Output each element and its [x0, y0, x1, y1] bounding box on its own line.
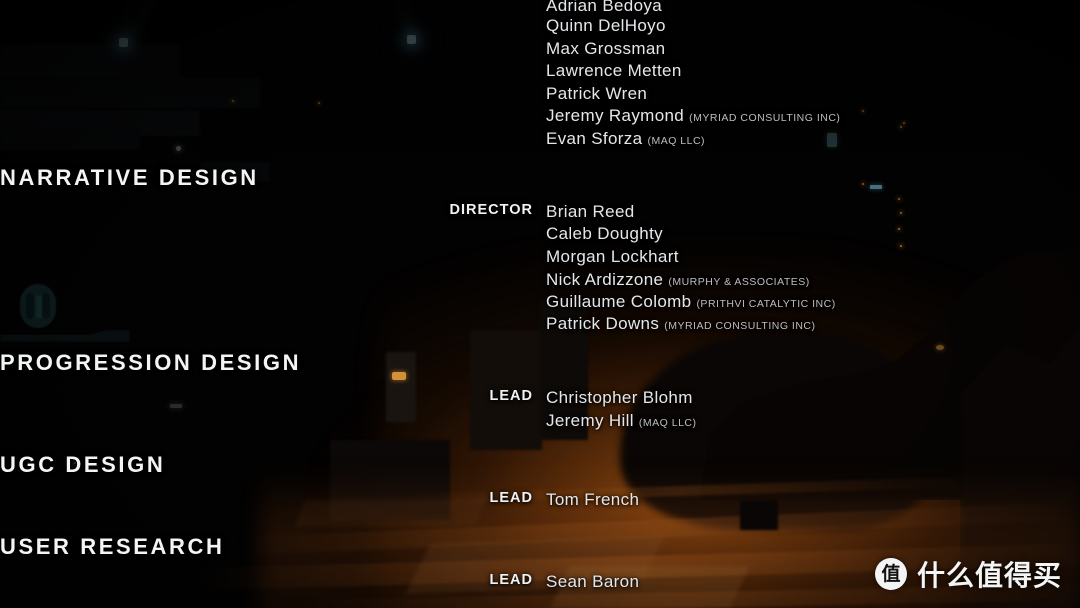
credit-row: Jeremy Hill (MAQ LLC) — [0, 411, 1080, 431]
credit-role-label — [0, 247, 533, 267]
credit-row: Jeremy Raymond (MYRIAD CONSULTING INC) — [0, 106, 1080, 126]
credit-company-label: (MAQ LLC) — [647, 135, 706, 147]
credit-role-label — [0, 270, 533, 290]
credit-person-name: Tom French — [546, 490, 640, 509]
credit-role-label: LEAD — [489, 388, 533, 404]
credit-name-group: Sean Baron — [546, 572, 639, 592]
credit-person-name: Morgan Lockhart — [546, 247, 679, 266]
credit-person-name: Adrian Bedoya — [546, 0, 663, 15]
credit-person-name: Caleb Doughty — [546, 224, 664, 243]
section-heading: PROGRESSION DESIGN — [0, 350, 302, 375]
credit-role-label — [0, 106, 533, 126]
credit-row: Max Grossman — [0, 39, 1080, 59]
credit-person-name: Evan Sforza — [546, 129, 643, 148]
credit-role-label — [0, 61, 533, 81]
credit-person-name: Quinn DelHoyo — [546, 16, 666, 35]
credit-person-name: Guillaume Colomb — [546, 292, 692, 311]
credits-list: Adrian Bedoya Quinn DelHoyo Max Grossman La… — [0, 0, 1080, 608]
watermark: 值 什么值得买 — [874, 554, 1062, 594]
credit-name-group: Max Grossman — [546, 39, 665, 59]
credit-row: Patrick Wren — [0, 84, 1080, 104]
credit-role-label: DIRECTOR — [449, 202, 533, 218]
credit-name-group: Morgan Lockhart — [546, 247, 679, 267]
credit-row: Quinn DelHoyo — [0, 16, 1080, 36]
section-heading: NARRATIVE DESIGN — [0, 165, 259, 190]
credit-company-label: (MAQ LLC) — [638, 417, 697, 429]
credit-person-name: Lawrence Metten — [546, 61, 682, 80]
credit-role-label — [0, 129, 533, 149]
credit-name-group: Brian Reed — [546, 202, 635, 222]
credit-role-label — [0, 0, 533, 16]
credit-name-group: Caleb Doughty — [546, 224, 663, 244]
credit-name-group: Quinn DelHoyo — [546, 16, 666, 36]
section-heading: UGC DESIGN — [0, 452, 166, 477]
credit-row: LEAD Christopher Blohm — [0, 388, 1080, 408]
credit-name-group: Christopher Blohm — [546, 388, 693, 408]
credit-person-name: Christopher Blohm — [546, 388, 693, 407]
credit-role-label: LEAD — [489, 572, 533, 588]
credit-person-name: Max Grossman — [546, 39, 666, 58]
credit-row: Evan Sforza (MAQ LLC) — [0, 129, 1080, 149]
credit-person-name: Jeremy Hill — [546, 411, 634, 430]
credit-person-name: Patrick Downs — [546, 314, 660, 333]
credit-row: Patrick Downs (MYRIAD CONSULTING INC) — [0, 314, 1080, 334]
credit-company-label: (MURPHY & ASSOCIATES) — [668, 276, 810, 288]
credit-person-name: Sean Baron — [546, 572, 640, 591]
credit-row: Nick Ardizzone (MURPHY & ASSOCIATES) — [0, 270, 1080, 290]
credit-name-group: Evan Sforza (MAQ LLC) — [546, 129, 705, 149]
credit-company-label: (MYRIAD CONSULTING INC) — [689, 112, 841, 124]
credit-person-name: Jeremy Raymond — [546, 106, 685, 125]
credit-role-label: LEAD — [489, 490, 533, 506]
credit-row: DIRECTOR Brian Reed — [0, 202, 1080, 222]
credit-row: Caleb Doughty — [0, 224, 1080, 244]
credit-name-group: Patrick Wren — [546, 84, 647, 104]
credit-role-label — [0, 39, 533, 59]
credit-row: Morgan Lockhart — [0, 247, 1080, 267]
credit-role-label — [0, 84, 533, 104]
credit-name-group: Guillaume Colomb (PRITHVI CATALYTIC INC) — [546, 292, 836, 312]
credit-name-group: Jeremy Hill (MAQ LLC) — [546, 411, 697, 431]
credit-row: LEAD Tom French — [0, 490, 1080, 510]
credit-role-label — [0, 411, 533, 431]
smzdm-logo-icon: 值 — [874, 558, 907, 590]
credit-person-name: Patrick Wren — [546, 84, 648, 103]
credit-person-name: Nick Ardizzone — [546, 270, 664, 289]
credit-row: Lawrence Metten — [0, 61, 1080, 81]
credit-name-group: Nick Ardizzone (MURPHY & ASSOCIATES) — [546, 270, 810, 290]
credit-row: Adrian Bedoya — [0, 0, 1080, 16]
credit-role-label — [0, 292, 533, 312]
credit-name-group: Patrick Downs (MYRIAD CONSULTING INC) — [546, 314, 816, 334]
credit-company-label: (MYRIAD CONSULTING INC) — [664, 320, 816, 332]
credit-person-name: Brian Reed — [546, 202, 635, 221]
credit-role-label — [0, 224, 533, 244]
credit-role-label — [0, 314, 533, 334]
watermark-text: 什么值得买 — [916, 560, 1062, 591]
credit-name-group: Tom French — [546, 490, 639, 510]
credit-name-group: Adrian Bedoya — [546, 0, 662, 16]
credit-name-group: Lawrence Metten — [546, 61, 682, 81]
credits-screen: Adrian Bedoya Quinn DelHoyo Max Grossman La… — [0, 0, 1080, 608]
credit-role-label — [0, 16, 533, 36]
credit-name-group: Jeremy Raymond (MYRIAD CONSULTING INC) — [546, 106, 840, 126]
credit-company-label: (PRITHVI CATALYTIC INC) — [696, 298, 836, 310]
credit-row: Guillaume Colomb (PRITHVI CATALYTIC INC) — [0, 292, 1080, 312]
